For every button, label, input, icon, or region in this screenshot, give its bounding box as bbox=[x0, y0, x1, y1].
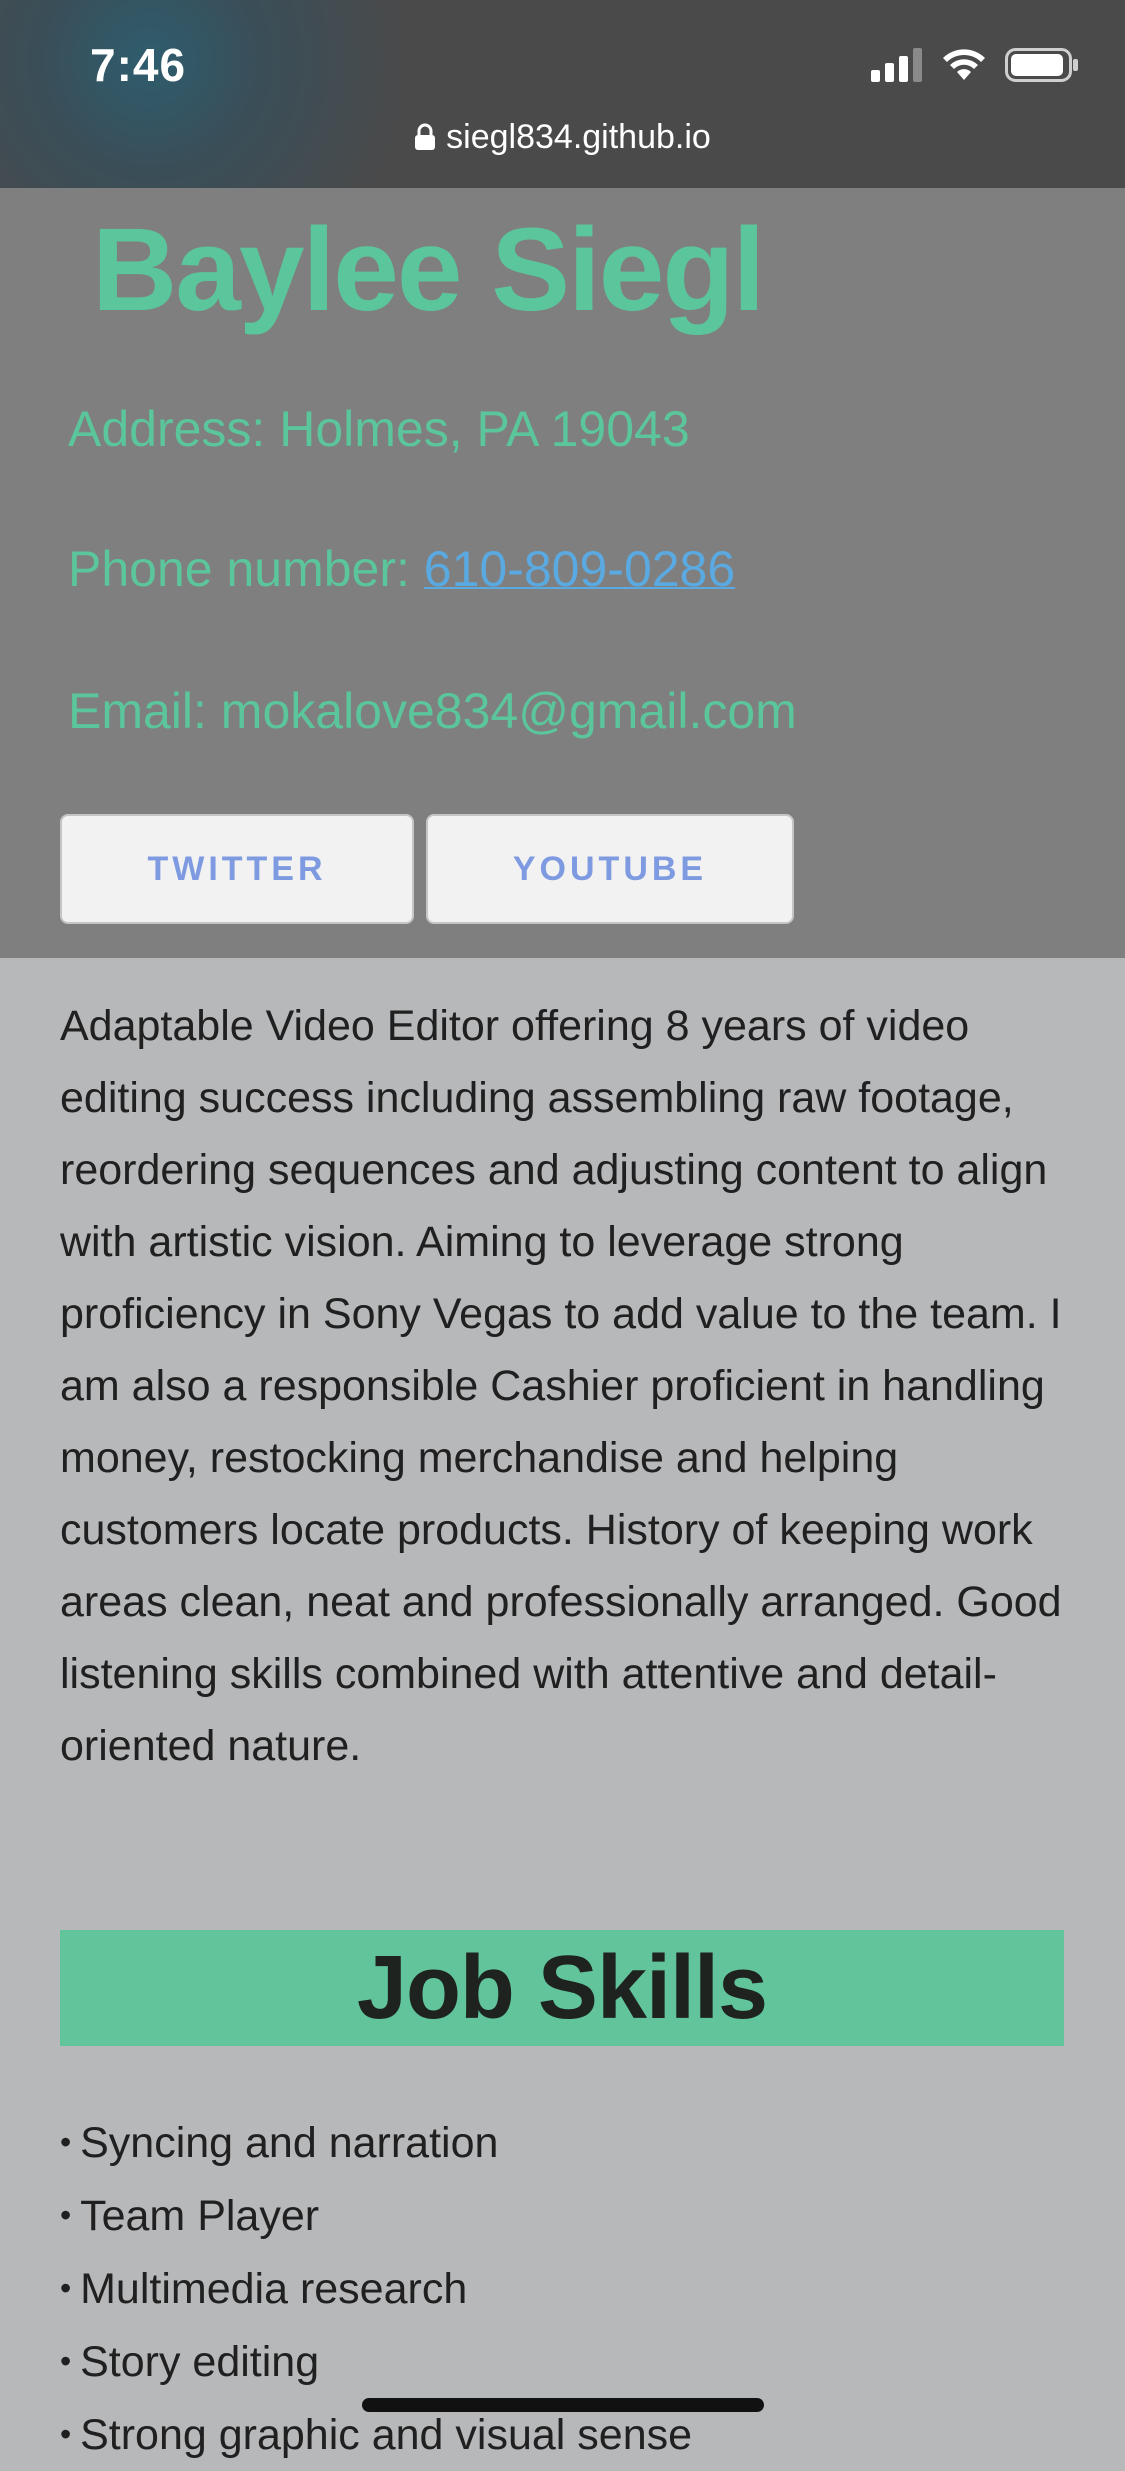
address-text: Address: Holmes, PA 19043 bbox=[68, 401, 690, 457]
phone-label: Phone number: bbox=[68, 541, 424, 597]
battery-icon bbox=[1005, 48, 1078, 82]
wifi-icon bbox=[943, 49, 985, 80]
list-item: Team Player bbox=[60, 2179, 692, 2252]
phone-line: Phone number: 610-809-0286 bbox=[68, 540, 735, 598]
home-indicator[interactable] bbox=[362, 2398, 764, 2412]
page-title: Baylee Siegl bbox=[92, 204, 765, 336]
twitter-button[interactable]: TWITTER bbox=[60, 814, 414, 924]
email-text: Email: mokalove834@gmail.com bbox=[68, 683, 797, 739]
status-time: 7:46 bbox=[90, 39, 187, 91]
profile-header: Baylee Siegl Address: Holmes, PA 19043 P… bbox=[0, 188, 1125, 958]
skills-heading: Job Skills bbox=[60, 1930, 1064, 2046]
list-item: Story editing bbox=[60, 2325, 692, 2398]
list-item: Syncing and narration bbox=[60, 2106, 692, 2179]
lock-icon bbox=[415, 123, 436, 150]
youtube-button[interactable]: YOUTUBE bbox=[426, 814, 794, 924]
url-text: siegl834.github.io bbox=[446, 118, 711, 156]
list-item: Multimedia research bbox=[60, 2252, 692, 2325]
signal-icon bbox=[871, 48, 922, 82]
phone-link[interactable]: 610-809-0286 bbox=[424, 541, 735, 597]
summary-paragraph: Adaptable Video Editor offering 8 years … bbox=[60, 1002, 1062, 1770]
status-icons bbox=[871, 48, 1079, 82]
url-bar[interactable]: siegl834.github.io bbox=[0, 118, 1125, 157]
status-bar: 7:46 siegl834.github.io bbox=[0, 0, 1125, 188]
skills-list: Syncing and narration Team Player Multim… bbox=[60, 2106, 692, 2471]
